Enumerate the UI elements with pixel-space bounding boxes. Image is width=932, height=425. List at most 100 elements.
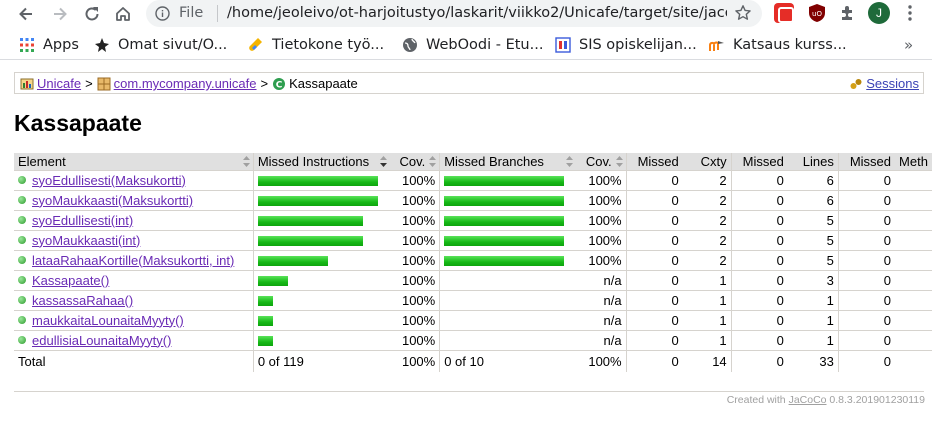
forward-button[interactable] bbox=[48, 3, 72, 25]
method-link[interactable]: maukkaitaLounaitaMyyty() bbox=[32, 313, 184, 328]
column-header-cxty[interactable]: Cxty bbox=[682, 153, 732, 171]
element-cell: maukkaitaLounaitaMyyty() bbox=[14, 310, 254, 331]
reload-button[interactable] bbox=[80, 3, 104, 25]
url-divider bbox=[217, 5, 218, 22]
table-total-row: Total 0 of 119 100% 0 of 10 100% 0 14 0 … bbox=[14, 350, 932, 372]
branch-coverage-bar bbox=[444, 176, 565, 187]
column-header-missed-cxty[interactable]: Missed bbox=[625, 153, 683, 171]
methods-cell bbox=[895, 210, 932, 231]
method-link[interactable]: Kassapaate() bbox=[32, 273, 109, 288]
jacoco-link[interactable]: JaCoCo bbox=[789, 394, 827, 406]
breadcrumb: Unicafe > com.mycompany.unicafe > C Kass… bbox=[14, 72, 924, 94]
column-header-lines[interactable]: Lines bbox=[787, 153, 839, 171]
method-link[interactable]: syoMaukkaasti(int) bbox=[32, 233, 140, 248]
total-methods bbox=[895, 350, 932, 372]
missed-branches-cell bbox=[439, 290, 577, 311]
address-bar[interactable]: File /home/jeoleivo/ot-harjoitustyo/lask… bbox=[146, 0, 762, 27]
method-link[interactable]: syoEdullisesti(Maksukortti) bbox=[32, 173, 186, 188]
total-missed-lines: 0 bbox=[730, 350, 788, 372]
missed-instructions-cell bbox=[252, 270, 390, 291]
sessions-link-group[interactable]: Sessions bbox=[849, 76, 919, 91]
method-link[interactable]: kassassaRahaa() bbox=[32, 293, 133, 308]
bookmark-tietokone[interactable]: Tietokone työ... bbox=[248, 36, 384, 54]
bookmark-omat-sivut[interactable]: Omat sivut/O... bbox=[94, 36, 227, 54]
bookmark-label: Apps bbox=[43, 37, 79, 53]
lines-cell: 6 bbox=[787, 190, 839, 211]
missed-lines-cell: 0 bbox=[730, 190, 788, 211]
column-header-missed-methods[interactable]: Missed bbox=[837, 153, 896, 171]
bookmark-weboodi[interactable]: WebOodi - Etu... bbox=[402, 36, 543, 54]
column-header-methods[interactable]: Meth bbox=[895, 153, 932, 171]
missed-methods-cell: 0 bbox=[837, 310, 896, 331]
extensions-puzzle-icon[interactable] bbox=[838, 3, 858, 23]
lines-cell: 5 bbox=[787, 230, 839, 251]
arrow-right-icon bbox=[54, 7, 67, 21]
total-cxty: 14 bbox=[712, 353, 727, 369]
sort-icon bbox=[566, 156, 574, 167]
breadcrumb-current: Kassapaate bbox=[289, 76, 358, 91]
column-header-missed-instructions[interactable]: Missed Instructions bbox=[252, 153, 390, 171]
method-link[interactable]: syoEdullisesti(int) bbox=[32, 213, 133, 228]
element-cell: syoMaukkaasti(Maksukortti) bbox=[14, 190, 254, 211]
cov-branches-cell: n/a bbox=[576, 290, 627, 311]
bookmarks-overflow-chevron-icon[interactable]: » bbox=[904, 36, 913, 54]
breadcrumb-separator: > bbox=[260, 76, 269, 91]
missed-branches-cell bbox=[439, 190, 577, 211]
bookmark-katsaus[interactable]: Katsaus kurss... bbox=[709, 36, 847, 54]
column-header-missed-lines[interactable]: Missed bbox=[730, 153, 788, 171]
method-link[interactable]: syoMaukkaasti(Maksukortti) bbox=[32, 193, 193, 208]
missed-lines-cell: 0 bbox=[730, 330, 788, 351]
method-icon bbox=[18, 256, 26, 264]
cov-instructions-cell: 100% bbox=[389, 170, 440, 191]
info-icon[interactable] bbox=[155, 6, 170, 21]
sessions-link[interactable]: Sessions bbox=[866, 76, 919, 91]
breadcrumb-package-link[interactable]: com.mycompany.unicafe bbox=[114, 76, 257, 91]
home-button[interactable] bbox=[111, 3, 135, 25]
missed-branches-cell bbox=[439, 270, 577, 291]
column-header-cov-instructions[interactable]: Cov. bbox=[389, 153, 440, 171]
methods-cell bbox=[895, 310, 932, 331]
bookmark-apps[interactable]: Apps bbox=[19, 36, 79, 54]
method-link[interactable]: lataaRahaaKortille(Maksukortti, int) bbox=[32, 253, 234, 268]
column-header-element[interactable]: Element bbox=[14, 153, 254, 171]
cov-branches-cell: 100% bbox=[576, 230, 627, 251]
footer-prefix: Created with bbox=[726, 394, 786, 406]
report-icon bbox=[20, 78, 34, 89]
package-icon bbox=[97, 77, 111, 90]
home-icon bbox=[116, 7, 130, 21]
missed-cxty-cell: 0 bbox=[625, 230, 683, 251]
method-link[interactable]: edullisiaLounaitaMyyty() bbox=[32, 333, 171, 348]
ublock-shield-icon[interactable]: uO bbox=[807, 3, 827, 23]
bookmark-sis[interactable]: SIS opiskelijan... bbox=[555, 36, 697, 54]
class-icon: C bbox=[273, 77, 286, 90]
missed-lines-cell: 0 bbox=[730, 290, 788, 311]
missed-cxty-cell: 0 bbox=[625, 190, 683, 211]
profile-avatar[interactable]: J bbox=[868, 2, 890, 24]
more-menu-icon[interactable] bbox=[906, 4, 914, 22]
video-extension-icon[interactable] bbox=[774, 3, 794, 23]
sessions-icon bbox=[850, 78, 862, 89]
back-button[interactable] bbox=[14, 3, 38, 25]
missed-instructions-cell bbox=[252, 330, 390, 351]
cov-instructions-cell: 100% bbox=[389, 310, 440, 331]
missed-methods-cell: 0 bbox=[837, 170, 896, 191]
missed-branches-cell bbox=[439, 170, 577, 191]
cov-branches-cell: 100% bbox=[576, 190, 627, 211]
column-header-cov-branches[interactable]: Cov. bbox=[576, 153, 627, 171]
methods-cell bbox=[895, 250, 932, 271]
column-header-missed-branches[interactable]: Missed Branches bbox=[439, 153, 577, 171]
cov-instructions-cell: 100% bbox=[389, 290, 440, 311]
element-cell: lataaRahaaKortille(Maksukortti, int) bbox=[14, 250, 254, 271]
bookmark-label: SIS opiskelijan... bbox=[579, 37, 697, 53]
bookmark-star-icon[interactable] bbox=[734, 4, 752, 22]
missed-instructions-cell bbox=[252, 290, 390, 311]
page-title: Kassapaate bbox=[14, 110, 142, 136]
breadcrumb-project-link[interactable]: Unicafe bbox=[37, 76, 81, 91]
url-text[interactable]: /home/jeoleivo/ot-harjoitustyo/laskarit/… bbox=[227, 5, 727, 21]
total-missed-branches: 0 of 10 bbox=[439, 350, 577, 372]
url-scheme-label: File bbox=[179, 5, 204, 21]
svg-text:uO: uO bbox=[812, 10, 822, 18]
table-row: maukkaitaLounaitaMyyty() 100% n/a 0 1 0 1 0 bbox=[14, 310, 932, 331]
total-label: Total bbox=[18, 353, 46, 369]
missed-lines-cell: 0 bbox=[730, 270, 788, 291]
